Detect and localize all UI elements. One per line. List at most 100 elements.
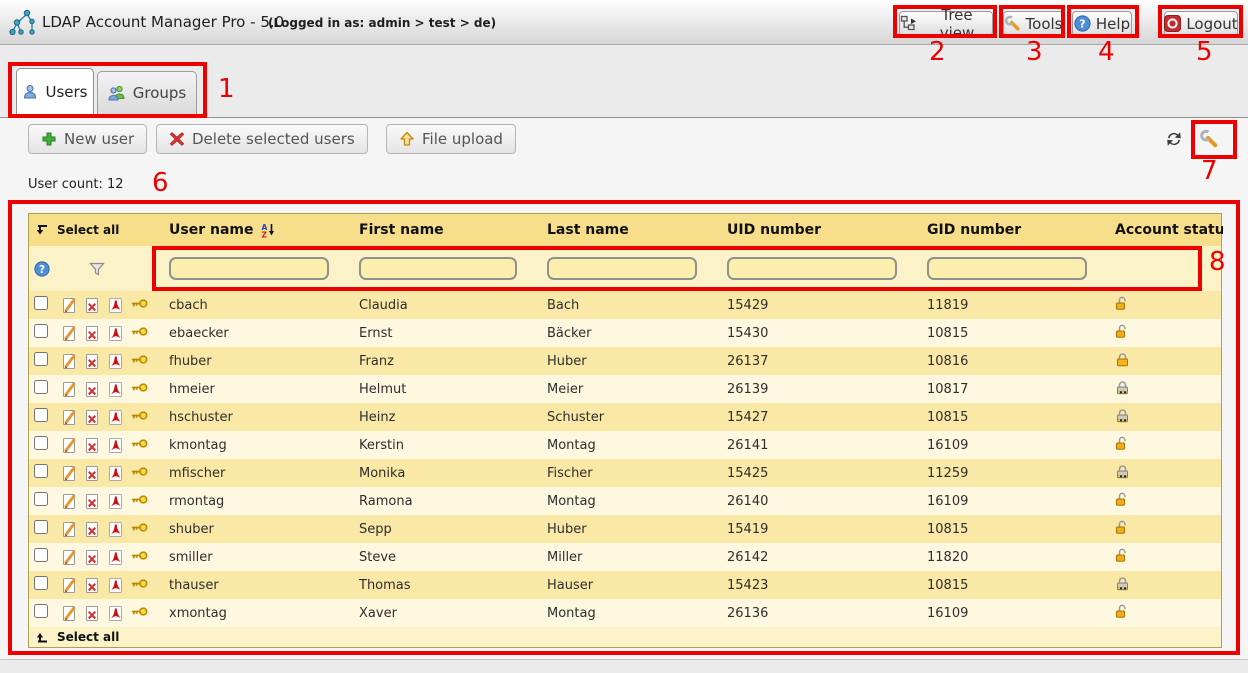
filter-input-gid-number[interactable] (927, 257, 1087, 280)
password-key-icon[interactable] (130, 325, 148, 342)
user-name-cell[interactable]: rmontag (161, 494, 351, 509)
password-key-icon[interactable] (130, 409, 148, 426)
column-header-user-name[interactable]: User name AZ (161, 222, 351, 238)
password-key-icon[interactable] (130, 521, 148, 538)
tab-users[interactable]: Users (16, 68, 94, 118)
edit-icon[interactable] (61, 409, 79, 426)
pdf-icon[interactable] (107, 437, 125, 454)
user-name-cell[interactable]: smiller (161, 550, 351, 565)
edit-icon[interactable] (61, 605, 79, 622)
user-name-cell[interactable]: thauser (161, 578, 351, 593)
password-key-icon[interactable] (130, 577, 148, 594)
row-checkbox[interactable] (34, 352, 48, 366)
row-checkbox[interactable] (34, 576, 48, 590)
row-checkbox[interactable] (34, 380, 48, 394)
filter-funnel-icon[interactable] (89, 261, 105, 277)
pdf-icon[interactable] (107, 409, 125, 426)
edit-icon[interactable] (61, 493, 79, 510)
user-name-cell[interactable]: ebaecker (161, 326, 351, 341)
svg-text:?: ? (1079, 18, 1085, 31)
pdf-icon[interactable] (107, 325, 125, 342)
delete-row-icon[interactable] (84, 409, 102, 426)
password-key-icon[interactable] (130, 493, 148, 510)
refresh-icon[interactable] (1164, 130, 1186, 150)
filter-input-uid-number[interactable] (727, 257, 897, 280)
row-checkbox[interactable] (34, 408, 48, 422)
tab-groups[interactable]: Groups (97, 71, 197, 117)
sort-az-icon[interactable]: AZ (261, 223, 276, 238)
user-name-cell[interactable]: xmontag (161, 606, 351, 621)
column-header-last-name[interactable]: Last name (539, 222, 719, 238)
user-name-cell[interactable]: hmeier (161, 382, 351, 397)
edit-icon[interactable] (61, 465, 79, 482)
select-all-top[interactable]: Select all (29, 223, 161, 237)
delete-row-icon[interactable] (84, 353, 102, 370)
column-header-first-name[interactable]: First name (351, 222, 539, 238)
password-key-icon[interactable] (130, 381, 148, 398)
pdf-icon[interactable] (107, 493, 125, 510)
pdf-icon[interactable] (107, 549, 125, 566)
user-name-cell[interactable]: hschuster (161, 410, 351, 425)
help-button[interactable]: ? Help (1072, 11, 1132, 36)
delete-row-icon[interactable] (84, 437, 102, 454)
password-key-icon[interactable] (130, 605, 148, 622)
user-name-cell[interactable]: kmontag (161, 438, 351, 453)
edit-icon[interactable] (61, 521, 79, 538)
row-checkbox[interactable] (34, 492, 48, 506)
pdf-icon[interactable] (107, 521, 125, 538)
row-checkbox[interactable] (34, 324, 48, 338)
pdf-icon[interactable] (107, 465, 125, 482)
delete-row-icon[interactable] (84, 605, 102, 622)
select-all-bottom[interactable]: Select all (29, 627, 1221, 647)
pdf-icon[interactable] (107, 297, 125, 314)
delete-row-icon[interactable] (84, 325, 102, 342)
pdf-icon[interactable] (107, 577, 125, 594)
row-checkbox[interactable] (34, 520, 48, 534)
password-key-icon[interactable] (130, 353, 148, 370)
password-key-icon[interactable] (130, 297, 148, 314)
edit-icon[interactable] (61, 549, 79, 566)
edit-icon[interactable] (61, 297, 79, 314)
tools-button[interactable]: Tools (1003, 11, 1063, 36)
delete-row-icon[interactable] (84, 381, 102, 398)
pdf-icon[interactable] (107, 605, 125, 622)
delete-row-icon[interactable] (84, 577, 102, 594)
delete-row-icon[interactable] (84, 465, 102, 482)
edit-icon[interactable] (61, 437, 79, 454)
password-key-icon[interactable] (130, 549, 148, 566)
password-key-icon[interactable] (130, 465, 148, 482)
delete-row-icon[interactable] (84, 493, 102, 510)
uid-number-cell: 15429 (719, 298, 919, 313)
logout-button[interactable]: Logout (1164, 11, 1238, 36)
delete-row-icon[interactable] (84, 521, 102, 538)
password-key-icon[interactable] (130, 437, 148, 454)
delete-selected-users-button[interactable]: Delete selected users (156, 124, 368, 154)
user-name-cell[interactable]: fhuber (161, 354, 351, 369)
row-checkbox[interactable] (34, 548, 48, 562)
edit-icon[interactable] (61, 325, 79, 342)
settings-wrench-icon[interactable] (1199, 129, 1221, 149)
edit-icon[interactable] (61, 381, 79, 398)
filter-input-first-name[interactable] (359, 257, 517, 280)
delete-row-icon[interactable] (84, 549, 102, 566)
pdf-icon[interactable] (107, 353, 125, 370)
tree-view-button[interactable]: Tree view (899, 11, 993, 36)
edit-icon[interactable] (61, 353, 79, 370)
filter-input-last-name[interactable] (547, 257, 697, 280)
row-checkbox[interactable] (34, 436, 48, 450)
row-checkbox[interactable] (34, 604, 48, 618)
file-upload-button[interactable]: File upload (386, 124, 516, 154)
help-icon[interactable]: ? (34, 261, 50, 277)
new-user-button[interactable]: New user (28, 124, 147, 154)
delete-row-icon[interactable] (84, 297, 102, 314)
edit-icon[interactable] (61, 577, 79, 594)
user-name-cell[interactable]: cbach (161, 298, 351, 313)
user-name-cell[interactable]: shuber (161, 522, 351, 537)
user-name-cell[interactable]: mfischer (161, 466, 351, 481)
column-header-uid-number[interactable]: UID number (719, 222, 919, 238)
pdf-icon[interactable] (107, 381, 125, 398)
filter-input-user-name[interactable] (169, 257, 329, 280)
column-header-gid-number[interactable]: GID number (919, 222, 1109, 238)
row-checkbox[interactable] (34, 464, 48, 478)
row-checkbox[interactable] (34, 296, 48, 310)
